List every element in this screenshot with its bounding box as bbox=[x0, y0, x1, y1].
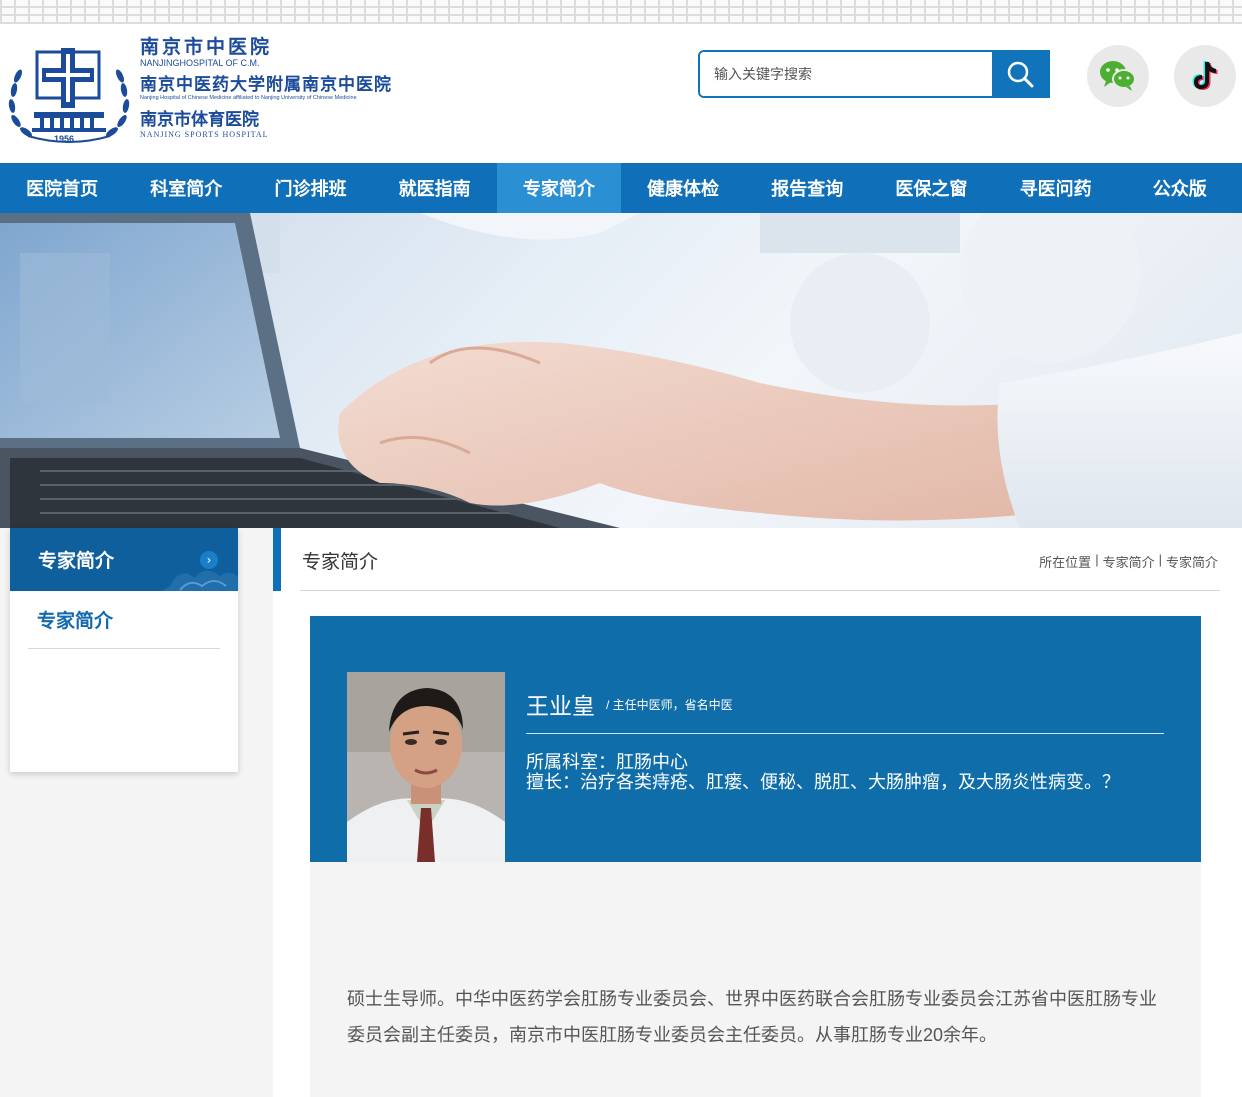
logo-year: 1956 bbox=[54, 134, 75, 144]
sidebar-item-experts[interactable]: 专家简介 bbox=[28, 591, 220, 649]
logo-sports-hospital-cn: 南京市体育医院 bbox=[140, 110, 259, 129]
nav-item-schedule[interactable]: 门诊排班 bbox=[248, 163, 372, 213]
logo-affiliation-cn: 南京中医药大学附属南京中医院 bbox=[140, 75, 392, 95]
header: 1956 南京市中医院 NANJINGHOSPITAL OF C.M. 南京中医… bbox=[0, 24, 1242, 163]
banner-image bbox=[0, 213, 1242, 528]
page-title: 专家简介 bbox=[302, 552, 379, 573]
main-content: 专家简介 所在位置 | 专家简介 | 专家简介 王业皇 / 主任中医师，省名中医… bbox=[273, 528, 1242, 1097]
breadcrumb-separator: | bbox=[1095, 552, 1099, 567]
doctor-profile-card: 王业皇 / 主任中医师，省名中医 所属科室：肛肠中心 擅长：治疗各类痔疮、肛瘘、… bbox=[310, 616, 1201, 868]
nav-item-insurance[interactable]: 医保之窗 bbox=[869, 163, 993, 213]
doctor-photo bbox=[347, 672, 505, 868]
nav-item-departments[interactable]: 科室简介 bbox=[124, 163, 248, 213]
breadcrumb-item-experts[interactable]: 专家简介 bbox=[1103, 552, 1155, 571]
search-icon bbox=[1007, 61, 1034, 88]
nav-item-reports[interactable]: 报告查询 bbox=[745, 163, 869, 213]
logo-affiliation-en: Nanjing Hospital of Chinese Medicine aff… bbox=[140, 95, 357, 101]
hospital-logo-text[interactable]: 南京市中医院 NANJINGHOSPITAL OF C.M. 南京中医药大学附属… bbox=[140, 32, 440, 139]
cloud-pattern-icon bbox=[161, 570, 238, 591]
logo-name-cn: 南京市中医院 bbox=[140, 36, 273, 58]
title-divider bbox=[300, 590, 1220, 591]
nav-item-guide[interactable]: 就医指南 bbox=[373, 163, 497, 213]
doctor-bio-section: 硕士生导师。中华中医药学会肛肠专业委员会、世界中医药联合会肛肠专业委员会江苏省中… bbox=[310, 862, 1201, 1097]
card-divider bbox=[526, 733, 1164, 734]
logo-sports-hospital-en: NANJING SPORTS HOSPITAL bbox=[140, 130, 269, 139]
sidebar-header: 专家简介 › bbox=[10, 528, 238, 591]
nav-item-public[interactable]: 公众版 bbox=[1118, 163, 1242, 213]
tiktok-icon bbox=[1192, 61, 1218, 90]
doctor-title: / 主任中医师，省名中医 bbox=[606, 698, 733, 712]
nav-item-home[interactable]: 医院首页 bbox=[0, 163, 124, 213]
logo-name-en: NANJINGHOSPITAL OF C.M. bbox=[140, 58, 260, 68]
doctor-name: 王业皇 bbox=[526, 693, 595, 719]
hospital-logo-emblem[interactable]: 1956 bbox=[4, 46, 134, 152]
main-nav: 医院首页 科室简介 门诊排班 就医指南 专家简介 健康体检 报告查询 医保之窗 … bbox=[0, 163, 1242, 213]
chevron-right-icon: › bbox=[200, 551, 218, 569]
doctor-bio: 硕士生导师。中华中医药学会肛肠专业委员会、世界中医药联合会肛肠专业委员会江苏省中… bbox=[347, 989, 1157, 1045]
doctor-specialty: 擅长：治疗各类痔疮、肛瘘、便秘、脱肛、大肠肿瘤，及大肠炎性病变。？ bbox=[526, 772, 1120, 792]
breadcrumb-separator: | bbox=[1158, 552, 1162, 567]
breadcrumb-item-current[interactable]: 专家简介 bbox=[1166, 552, 1218, 571]
breadcrumb-label: 所在位置 bbox=[1039, 555, 1092, 570]
title-accent-bar bbox=[273, 528, 281, 591]
search-input[interactable] bbox=[700, 52, 994, 96]
search-box bbox=[698, 50, 1050, 98]
nav-item-experts[interactable]: 专家简介 bbox=[496, 163, 621, 213]
sidebar-title: 专家简介 bbox=[38, 551, 115, 572]
sidebar: 专家简介 › 专家简介 bbox=[10, 528, 238, 772]
search-button[interactable] bbox=[992, 52, 1048, 96]
nav-item-consult[interactable]: 寻医问药 bbox=[994, 163, 1118, 213]
wechat-icon bbox=[1100, 61, 1136, 91]
tiktok-button[interactable] bbox=[1174, 45, 1236, 107]
wechat-button[interactable] bbox=[1087, 45, 1149, 107]
top-decorative-border bbox=[0, 0, 1242, 24]
breadcrumb: 所在位置 | 专家简介 | 专家简介 bbox=[1039, 552, 1218, 571]
nav-item-checkup[interactable]: 健康体检 bbox=[621, 163, 745, 213]
